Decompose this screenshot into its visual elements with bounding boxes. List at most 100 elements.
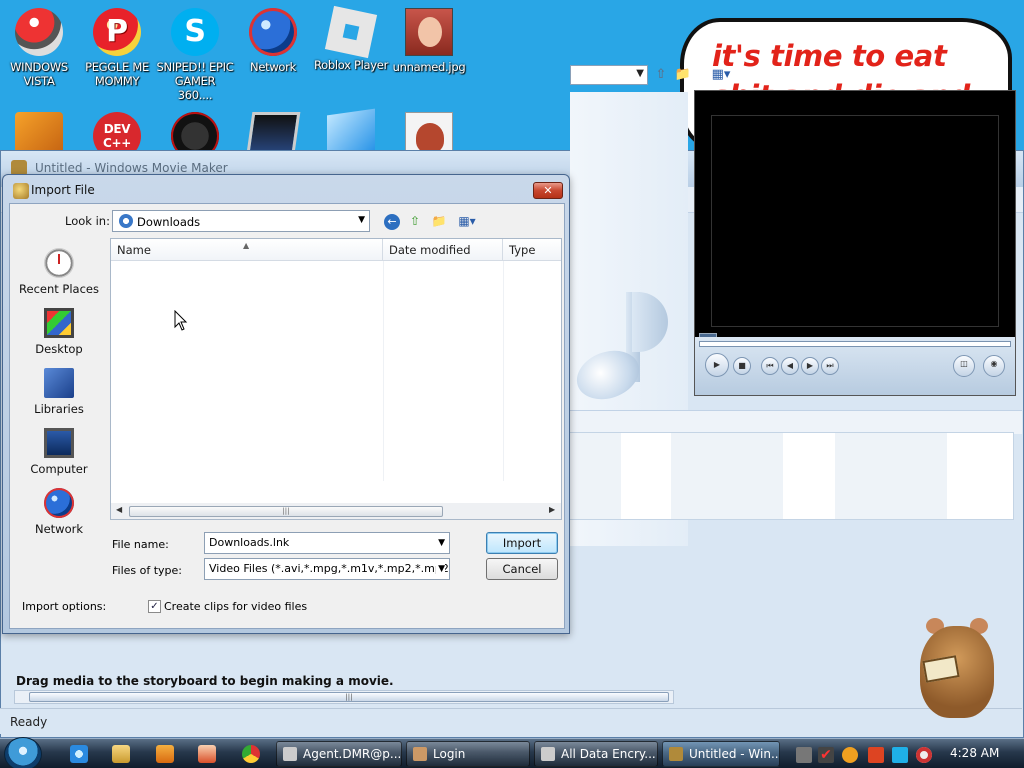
desktop-icon-roblox[interactable]: Roblox Player [312, 5, 390, 72]
network-icon [44, 488, 74, 518]
column-header-date-modified[interactable]: Date modified [383, 239, 503, 261]
tray-flag-icon[interactable] [868, 747, 884, 763]
desktop-icon-unnamed-jpg[interactable]: unnamed.jpg [390, 8, 468, 74]
file-list-scrollbar[interactable]: ◀ ||| ▶ [111, 503, 561, 519]
column-header-type[interactable]: Type [503, 239, 561, 261]
split-clip-icon[interactable]: ◫ [953, 355, 975, 377]
play-icon[interactable]: ▶ [705, 353, 729, 377]
transition-arrow-icon [625, 461, 665, 491]
taskbar-button-label: All Data Encry... [561, 747, 656, 761]
vista-icon [15, 8, 63, 56]
create-clips-checkbox[interactable]: ✓ [148, 600, 161, 613]
desktop-icon [44, 308, 74, 338]
next-frame-icon[interactable]: ⏭ [821, 357, 839, 375]
chevron-down-icon[interactable]: ▼ [436, 559, 445, 579]
window-icon [283, 747, 297, 761]
clock-icon [44, 248, 74, 278]
file-type-label: Files of type: [112, 564, 183, 577]
chevron-down-icon: ▼ [358, 215, 365, 225]
desktop-icon-windows-vista[interactable]: WINDOWS VISTA [0, 8, 78, 88]
up-folder-icon[interactable]: ⇧ [406, 212, 424, 230]
app-quicklaunch-icon[interactable] [198, 745, 216, 763]
storyboard-hint: Drag media to the storyboard to begin ma… [16, 674, 394, 688]
place-computer[interactable]: Computer [10, 428, 108, 476]
scrollbar-thumb[interactable]: ||| [129, 506, 443, 517]
import-button[interactable]: Import [486, 532, 558, 554]
dialog-body: Look in: Downloads ▼ ← ⇧ 📁 ▦▾ Recent Pla… [9, 203, 565, 629]
tray-app-icon[interactable] [796, 747, 812, 763]
desktop-icon-network[interactable]: Network [234, 8, 312, 74]
up-level-icon[interactable]: ⇧ [652, 66, 670, 84]
scroll-right-icon[interactable]: ▶ [549, 505, 555, 514]
file-name-value: Downloads.lnk [209, 536, 290, 549]
movie-maker-toolbar: ▼ ⇧ 📁 ▦▾ [570, 62, 1022, 88]
new-folder-icon[interactable]: 📁 [674, 66, 692, 84]
forward-icon[interactable]: ▶ [801, 357, 819, 375]
movie-maker-title: Untitled - Windows Movie Maker [35, 161, 228, 175]
stop-icon[interactable]: ■ [733, 357, 751, 375]
storyboard-slot[interactable] [671, 433, 783, 519]
sort-ascending-icon: ▲ [243, 241, 250, 250]
scrollbar-thumb[interactable]: ||| [29, 692, 669, 702]
import-file-dialog: Import File ✕ Look in: Downloads ▼ ← ⇧ 📁… [2, 174, 570, 634]
photo-icon [405, 8, 453, 56]
tray-volume-icon[interactable] [916, 747, 932, 763]
taskbar-button-label: Untitled - Win... [689, 747, 780, 761]
place-recent-places[interactable]: Recent Places [10, 248, 108, 296]
storyboard-slot[interactable] [835, 433, 947, 519]
back-icon[interactable]: ← [384, 214, 400, 230]
place-libraries[interactable]: Libraries [10, 368, 108, 416]
taskbar-button-all-data-encry[interactable]: All Data Encry... [534, 741, 658, 767]
desktop-icon-label: PEGGLE ME MOMMY [85, 60, 149, 88]
column-header-name[interactable]: ▲ Name [111, 239, 383, 261]
file-type-dropdown[interactable]: Video Files (*.avi,*.mpg,*.m1v,*.mp2,*.m… [204, 558, 450, 580]
chrome-icon[interactable] [242, 745, 260, 763]
tray-search-icon[interactable] [842, 747, 858, 763]
desktop-icon-sniped[interactable]: SNIPED!! EPIC GAMER 360.... [156, 8, 234, 102]
preview-monitor: ▶ ■ ⏮ ◀ ▶ ⏭ ◫ ◉ [694, 90, 1016, 396]
storyboard-scrollbar[interactable]: ||| [14, 690, 674, 704]
preview-screen [711, 115, 999, 327]
collection-dropdown[interactable]: ▼ [570, 65, 648, 85]
cancel-button[interactable]: Cancel [486, 558, 558, 580]
chevron-down-icon[interactable]: ▼ [436, 533, 445, 553]
taskbar-clock[interactable]: 4:28 AM [950, 746, 999, 760]
file-name-input[interactable]: Downloads.lnk ▼ [204, 532, 450, 554]
file-list[interactable]: ▲ Name Date modified Type ◀ ||| ▶ [110, 238, 562, 520]
status-bar: Ready [0, 708, 1022, 734]
downloads-folder-icon [119, 214, 133, 228]
tray-check-icon[interactable]: ✔ [818, 747, 834, 763]
dialog-title: Import File [31, 183, 95, 197]
desktop-icon-label: WINDOWS VISTA [10, 60, 68, 88]
rewind-icon[interactable]: ◀ [781, 357, 799, 375]
look-in-dropdown[interactable]: Downloads ▼ [112, 210, 370, 232]
media-player-icon[interactable] [156, 745, 174, 763]
place-network[interactable]: Network [10, 488, 108, 536]
internet-explorer-icon[interactable] [70, 745, 88, 763]
desktop-icon-peggle[interactable]: PEGGLE ME MOMMY [78, 8, 156, 88]
dialog-close-button[interactable]: ✕ [533, 182, 563, 199]
views-icon[interactable]: ▦▾ [706, 66, 736, 84]
status-text: Ready [10, 715, 48, 729]
place-label: Desktop [35, 342, 83, 356]
look-in-value: Downloads [137, 215, 201, 229]
places-bar: Recent Places Desktop Libraries Computer… [10, 238, 108, 536]
taskbar-button-login[interactable]: Login [406, 741, 530, 767]
roblox-icon [324, 5, 378, 59]
start-button[interactable] [4, 737, 42, 768]
tray-monitor-icon[interactable] [892, 747, 908, 763]
skype-icon [171, 8, 219, 56]
scroll-left-icon[interactable]: ◀ [116, 505, 122, 514]
view-menu-icon[interactable]: ▦▾ [454, 212, 480, 230]
new-folder-icon[interactable]: 📁 [430, 212, 448, 230]
taskbar-button-movie-maker[interactable]: Untitled - Win... [662, 741, 780, 767]
taskbar-button-agent[interactable]: Agent.DMR@p... [276, 741, 402, 767]
network-icon [249, 8, 297, 56]
previous-frame-icon[interactable]: ⏮ [761, 357, 779, 375]
explorer-folder-icon[interactable] [112, 745, 130, 763]
seek-bar[interactable] [699, 341, 1011, 347]
column-header-label: Name [117, 243, 151, 257]
snapshot-icon[interactable]: ◉ [983, 355, 1005, 377]
place-desktop[interactable]: Desktop [10, 308, 108, 356]
preview-controls: ▶ ■ ⏮ ◀ ▶ ⏭ ◫ ◉ [695, 337, 1015, 395]
